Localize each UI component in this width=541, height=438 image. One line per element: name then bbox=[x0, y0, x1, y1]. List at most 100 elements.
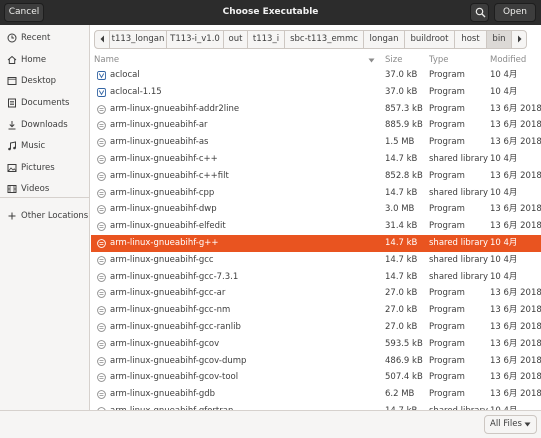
file-row[interactable]: arm-linux-gnueabihf-c++ 14.7 kB shared lib… bbox=[91, 151, 541, 168]
sidebar-item-label: Pictures bbox=[21, 163, 55, 173]
file-type: Program bbox=[429, 305, 465, 316]
executable-icon bbox=[97, 121, 106, 131]
file-size: 507.4 kB bbox=[385, 372, 423, 383]
music-icon bbox=[8, 141, 16, 151]
sidebar-item-desktop[interactable]: Desktop bbox=[0, 71, 89, 92]
executable-icon bbox=[97, 239, 106, 248]
path-crumb-t113-i-v1[interactable]: T113-i_v1.0 bbox=[166, 31, 223, 48]
file-size: 1.5 MB bbox=[385, 137, 415, 148]
file-row[interactable]: arm-linux-gnueabihf-gcov-dump 486.9 kB Pro… bbox=[91, 353, 541, 370]
file-row[interactable]: arm-linux-gnueabihf-gdb 6.2 MB Program 13 6… bbox=[91, 386, 541, 403]
file-modified: 13 6月 2018 bbox=[490, 338, 541, 349]
file-modified: 13 6月 2018 bbox=[490, 103, 541, 114]
file-type: Program bbox=[429, 204, 465, 215]
open-button[interactable]: Open bbox=[494, 3, 536, 22]
file-row[interactable]: arm-linux-gnueabihf-gcc 14.7 kB shared lib… bbox=[91, 252, 541, 269]
file-type: Program bbox=[429, 137, 465, 148]
column-header: Name Size Type Modified bbox=[91, 54, 541, 67]
executable-icon bbox=[97, 272, 106, 282]
file-modified: 10 4月 bbox=[490, 86, 518, 97]
file-size: 486.9 kB bbox=[385, 355, 423, 366]
file-row[interactable]: aclocal 37.0 kB Program 10 4月 bbox=[91, 67, 541, 84]
sidebar-item-documents[interactable]: Documents bbox=[0, 93, 89, 114]
file-modified: 13 6月 2018 bbox=[490, 221, 541, 232]
chevron-down-icon bbox=[524, 422, 531, 427]
file-size: 852.8 kB bbox=[385, 170, 423, 181]
file-row[interactable]: arm-linux-gnueabihf-gcc-ranlib 27.0 kB Pro… bbox=[91, 319, 541, 336]
file-row[interactable]: arm-linux-gnueabihf-c++filt 852.8 kB Progr… bbox=[91, 168, 541, 185]
column-size-header[interactable]: Size bbox=[385, 54, 402, 67]
file-row[interactable]: arm-linux-gnueabihf-gcov 593.5 kB Program 1… bbox=[91, 336, 541, 353]
file-modified: 10 4月 bbox=[490, 154, 518, 164]
path-crumb-t113-longan[interactable]: t113_longan bbox=[109, 31, 166, 48]
plus-icon bbox=[8, 212, 16, 220]
file-name: arm-linux-gnueabihf-gcc-ar bbox=[110, 288, 226, 299]
file-type: Program bbox=[429, 355, 465, 366]
path-crumb-t113-i[interactable]: t113_i bbox=[247, 31, 284, 48]
file-size: 885.9 kB bbox=[385, 120, 423, 131]
sidebar-item-pictures[interactable]: Pictures bbox=[0, 158, 89, 179]
file-row[interactable]: arm-linux-gnueabihf-addr2line 857.3 kB Pro… bbox=[91, 101, 541, 118]
file-row[interactable]: arm-linux-gnueabihf-g++ 14.7 kB shared lib… bbox=[91, 235, 541, 252]
file-modified: 13 6月 2018 bbox=[490, 204, 541, 215]
executable-icon bbox=[97, 171, 106, 181]
file-type: Program bbox=[429, 322, 465, 332]
file-name: arm-linux-gnueabihf-as bbox=[110, 137, 209, 148]
file-row[interactable]: arm-linux-gnueabihf-gcc-nm 27.0 kB Program… bbox=[91, 302, 541, 319]
executable-icon bbox=[97, 255, 106, 265]
path-scroll-right-button[interactable] bbox=[511, 31, 526, 48]
sidebar-item-label: Recent bbox=[21, 33, 51, 43]
file-modified: 10 4月 bbox=[490, 403, 517, 410]
column-name-header[interactable]: Name bbox=[94, 54, 119, 67]
file-type: shared library bbox=[429, 403, 488, 410]
cancel-button[interactable]: Cancel bbox=[4, 3, 44, 22]
sidebar-item-music[interactable]: Music bbox=[0, 136, 89, 157]
file-type: Program bbox=[429, 170, 465, 181]
file-type: Program bbox=[429, 389, 465, 400]
executable-icon bbox=[97, 323, 106, 332]
file-row[interactable]: arm-linux-gnueabihf-as 1.5 MB Program 13 6月… bbox=[91, 134, 541, 151]
file-row[interactable]: arm-linux-gnueabihf-ar 885.9 kB Program 13 … bbox=[91, 117, 541, 134]
path-crumb-buildroot[interactable]: buildroot bbox=[404, 31, 454, 48]
file-name: arm-linux-gnueabihf-gcov-dump bbox=[110, 355, 247, 366]
column-type-header[interactable]: Type bbox=[429, 54, 449, 67]
file-modified: 13 6月 2018 bbox=[490, 372, 541, 383]
executable-icon bbox=[97, 390, 106, 400]
file-row[interactable]: arm-linux-gnueabihf-dwp 3.0 MB Program 13 6… bbox=[91, 201, 541, 218]
file-modified: 13 6月 2018 bbox=[490, 120, 541, 131]
executable-icon bbox=[97, 373, 106, 383]
sidebar-item-label: Music bbox=[21, 141, 46, 151]
column-modified-header[interactable]: Modified bbox=[490, 54, 526, 67]
search-icon bbox=[475, 7, 486, 18]
file-modified: 13 6月 2018 bbox=[490, 137, 541, 148]
file-name: arm-linux-gnueabihf-dwp bbox=[110, 204, 217, 215]
file-row[interactable]: aclocal-1.15 37.0 kB Program 10 4月 bbox=[91, 84, 541, 101]
path-crumb-host[interactable]: host bbox=[454, 31, 486, 48]
sidebar-item-other-locations[interactable]: Other Locations bbox=[0, 206, 89, 227]
script-icon bbox=[97, 87, 106, 97]
file-name: arm-linux-gnueabihf-gcc-ranlib bbox=[110, 322, 241, 332]
file-row[interactable]: arm-linux-gnueabihf-gcc-ar 27.0 kB Program… bbox=[91, 285, 541, 302]
search-button[interactable] bbox=[470, 3, 489, 22]
file-row[interactable]: arm-linux-gnueabihf-cpp 14.7 kB shared lib… bbox=[91, 185, 541, 202]
file-name: arm-linux-gnueabihf-gcc bbox=[110, 254, 214, 265]
file-row[interactable]: arm-linux-gnueabihf-gcov-tool 507.4 kB Pro… bbox=[91, 369, 541, 386]
video-icon bbox=[7, 185, 17, 193]
file-name: arm-linux-gnueabihf-cpp bbox=[110, 187, 215, 198]
path-crumb-longan[interactable]: longan bbox=[363, 31, 404, 48]
executable-icon bbox=[97, 155, 106, 164]
sidebar-item-recent[interactable]: Recent bbox=[0, 28, 89, 49]
path-crumb-sbc-t113-emmc[interactable]: sbc-t113_emmc bbox=[284, 31, 363, 48]
document-icon bbox=[8, 98, 16, 108]
sidebar-item-home[interactable]: Home bbox=[0, 50, 89, 71]
path-crumb-bin[interactable]: bin bbox=[486, 31, 511, 48]
file-filter-dropdown[interactable]: All Files bbox=[484, 415, 537, 434]
path-crumb-out[interactable]: out bbox=[223, 31, 247, 48]
sidebar-item-downloads[interactable]: Downloads bbox=[0, 115, 89, 136]
file-row[interactable]: arm-linux-gnueabihf-gcc-7.3.1 14.7 kB shar… bbox=[91, 269, 541, 286]
file-row[interactable]: arm-linux-gnueabihf-gfortran 14.7 kB share… bbox=[91, 403, 541, 410]
path-scroll-left-button[interactable] bbox=[95, 31, 109, 48]
file-type: Program bbox=[429, 70, 465, 80]
clock-icon bbox=[7, 33, 17, 43]
file-row[interactable]: arm-linux-gnueabihf-elfedit 31.4 kB Progra… bbox=[91, 218, 541, 235]
